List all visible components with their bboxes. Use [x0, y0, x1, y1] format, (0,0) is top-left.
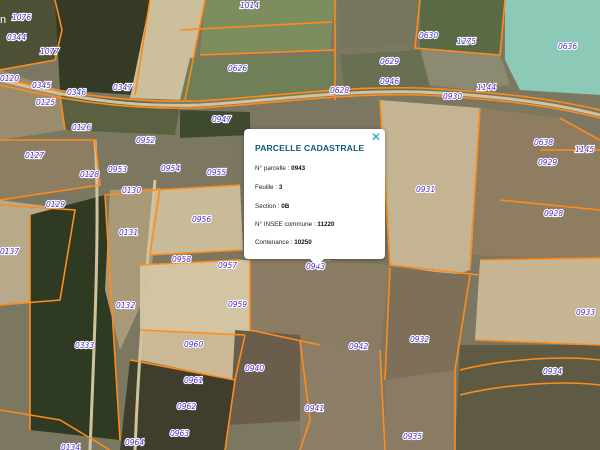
- parcel-label: 1275: [457, 37, 476, 46]
- popup-row-parcel-number: N° parcelle : 0943: [255, 165, 305, 172]
- parcel-label: 0126: [72, 123, 91, 132]
- parcel-label: 0127: [25, 151, 44, 160]
- parcel-label: 0957: [218, 261, 237, 270]
- parcel-label: 0956: [192, 215, 211, 224]
- parcel-label: 1145: [575, 145, 594, 154]
- parcel-label: 0952: [136, 136, 155, 145]
- parcel-label: 0953: [108, 165, 127, 174]
- parcel-label: 1144: [477, 83, 496, 92]
- parcel-label: 0930: [443, 92, 462, 101]
- parcel-label: 0963: [170, 429, 189, 438]
- parcel-label: 0628: [330, 86, 349, 95]
- parcel-label: 0134: [61, 443, 80, 450]
- parcel-label: 0120: [0, 74, 19, 83]
- parcel-label: 0961: [184, 376, 203, 385]
- parcel-label: 0333: [75, 341, 94, 350]
- parcel-label: 0928: [544, 209, 563, 218]
- parcel-label: 0129: [46, 200, 65, 209]
- parcel-label: 0934: [543, 367, 562, 376]
- parcel-label: 0125: [36, 98, 55, 107]
- parcel-label: 0630: [419, 31, 438, 40]
- parcel-label: 0947: [212, 115, 231, 124]
- parcel-label: 0942: [349, 342, 368, 351]
- row-value: 11220: [317, 221, 335, 228]
- parcel-label: 0344: [7, 33, 26, 42]
- parcel-label: 0955: [207, 168, 226, 177]
- row-value: 0B: [281, 203, 290, 210]
- parcel-label: 0636: [558, 42, 577, 51]
- parcel-label: 0347: [113, 83, 132, 92]
- parcel-label: 0933: [576, 308, 595, 317]
- parcel-label: 0941: [305, 404, 324, 413]
- parcel-label: 0960: [184, 340, 203, 349]
- row-label: Contenance :: [255, 239, 295, 246]
- close-icon[interactable]: ✕: [371, 131, 381, 143]
- parcel-label: 0932: [410, 335, 429, 344]
- parcel-label: 0137: [0, 247, 19, 256]
- parcel-label: 0964: [125, 438, 144, 447]
- popup-row-section: Section : 0B: [255, 203, 289, 210]
- parcel-label: 0931: [416, 185, 435, 194]
- row-value: 10250: [294, 239, 312, 246]
- parcel-label: 0935: [403, 432, 422, 441]
- row-value: 3: [278, 184, 283, 191]
- parcel-label: 1076: [12, 13, 31, 22]
- parcel-label: 0128: [80, 170, 99, 179]
- popup-row-insee: N° INSEE commune : 11220: [255, 221, 335, 228]
- popup-row-area: Contenance : 10250: [255, 239, 312, 246]
- row-label: N° INSEE commune :: [255, 221, 318, 228]
- parcel-label: 0940: [245, 364, 264, 373]
- parcel-label: 0346: [67, 88, 86, 97]
- row-value: 0943: [291, 165, 306, 172]
- parcel-label: 0132: [116, 301, 135, 310]
- parcel-label: 0626: [228, 64, 247, 73]
- parcel-label: 0962: [177, 402, 196, 411]
- parcel-label: 1077: [40, 47, 59, 56]
- row-label: N° parcelle :: [255, 165, 292, 172]
- popup-title: PARCELLE CADASTRALE: [255, 143, 365, 153]
- row-label: Section :: [255, 203, 282, 210]
- parcel-label: 0929: [538, 158, 557, 167]
- parcel-label: 0345: [32, 81, 51, 90]
- popup-row-sheet: Feuille : 3: [255, 184, 282, 191]
- parcel-label: 0954: [161, 164, 180, 173]
- parcel-label: 0130: [122, 186, 141, 195]
- parcel-label: 0131: [119, 228, 138, 237]
- parcel-label: 0959: [228, 300, 247, 309]
- brand-fragment: n: [0, 14, 7, 26]
- parcel-label: 0638: [534, 138, 553, 147]
- parcel-info-popup: ✕ PARCELLE CADASTRALE N° parcelle : 0943…: [244, 129, 385, 266]
- parcel-label: 0958: [172, 255, 191, 264]
- parcel-label: 0946: [380, 77, 399, 86]
- parcel-label: 0629: [380, 57, 399, 66]
- row-label: Feuille :: [255, 184, 279, 191]
- parcel-label: 1014: [240, 1, 259, 10]
